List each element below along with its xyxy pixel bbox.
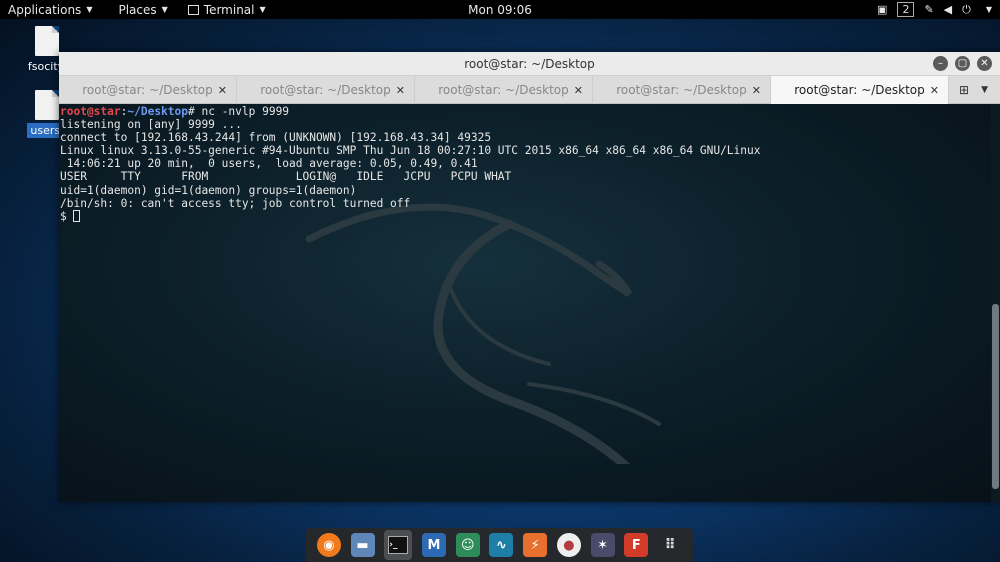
shell-prompt: $	[60, 209, 74, 223]
power-icon[interactable]: ⏻	[962, 3, 971, 17]
caret-down-icon: ▼	[161, 5, 168, 14]
applications-menu[interactable]: Applications ▼	[0, 0, 100, 19]
burpsuite-icon[interactable]: ⚡	[523, 533, 548, 557]
beef-icon[interactable]: ●	[556, 533, 581, 557]
tab-label: root@star: ~/Desktop	[82, 83, 213, 97]
output-line: USER TTY FROM LOGIN@ IDLE JCPU PCPU WHAT	[60, 170, 512, 184]
tab-label: root@star: ~/Desktop	[794, 83, 925, 97]
caret-down-icon[interactable]: ▼	[986, 5, 992, 14]
terminal-tab[interactable]: root@star: ~/Desktop ✕	[237, 76, 415, 104]
terminal-app-label: Terminal	[203, 2, 255, 17]
network-icon[interactable]: ✎	[924, 3, 933, 16]
tab-close-icon[interactable]: ✕	[752, 84, 761, 97]
maltego-icon[interactable]: ∿	[489, 533, 514, 557]
firefox-icon[interactable]: ◉	[316, 533, 341, 557]
faraday-icon[interactable]: ✶	[590, 533, 615, 557]
tab-close-icon[interactable]: ✕	[396, 84, 405, 97]
prompt-end: #	[188, 105, 195, 118]
flash-icon[interactable]: F	[624, 533, 649, 557]
tab-close-icon[interactable]: ✕	[930, 84, 939, 97]
text-cursor	[73, 209, 81, 222]
show-apps-icon[interactable]: ⠿	[658, 533, 682, 557]
new-tab-icon[interactable]: ⊞	[959, 83, 969, 97]
document-icon	[35, 90, 59, 120]
terminal-window: root@star: ~/Desktop – ▢ ✕ root@star: ~/…	[59, 52, 1000, 502]
system-tray: ▣ 2 ✎ ◀ ⏻ ▼	[877, 0, 992, 19]
dock: ◉ ▬ ›_ M ☺ ∿ ⚡ ● ✶ F ⠿	[306, 528, 693, 562]
tab-label: root@star: ~/Desktop	[438, 83, 569, 97]
tab-close-icon[interactable]: ✕	[218, 84, 227, 97]
prompt-user: root@star	[60, 105, 121, 118]
scrollbar[interactable]	[991, 104, 1000, 502]
minimize-button[interactable]: –	[933, 56, 948, 71]
maximize-button[interactable]: ▢	[955, 56, 970, 71]
output-line: uid=1(daemon) gid=1(daemon) groups=1(dae…	[60, 183, 357, 197]
terminal-app-menu[interactable]: Terminal ▼	[180, 0, 274, 19]
top-bar: Applications ▼ Places ▼ Terminal ▼ Mon 0…	[0, 0, 1000, 19]
tab-label: root@star: ~/Desktop	[260, 83, 391, 97]
prompt-path: ~/Desktop	[127, 105, 188, 118]
applications-label: Applications	[8, 2, 82, 17]
terminal-output[interactable]: root@star:~/Desktop# nc -nvlp 9999 liste…	[59, 104, 1000, 502]
metasploit-icon[interactable]: M	[422, 533, 447, 557]
window-titlebar[interactable]: root@star: ~/Desktop – ▢ ✕	[59, 52, 1000, 76]
tab-bar: root@star: ~/Desktop ✕ root@star: ~/Desk…	[59, 76, 1000, 104]
tab-label: root@star: ~/Desktop	[616, 83, 747, 97]
terminal-icon[interactable]: ›_	[384, 530, 413, 560]
terminal-text: root@star:~/Desktop# nc -nvlp 9999 liste…	[60, 105, 980, 223]
command-line: nc -nvlp 9999	[194, 105, 290, 118]
caret-down-icon: ▼	[86, 5, 93, 14]
output-line: Linux linux 3.13.0-55-generic #94-Ubuntu…	[60, 144, 761, 158]
output-line: listening on [any] 9999 ...	[60, 118, 242, 132]
caret-down-icon: ▼	[259, 5, 266, 14]
output-line: connect to [192.168.43.244] from (UNKNOW…	[60, 131, 492, 145]
terminal-tab[interactable]: root@star: ~/Desktop ✕	[593, 76, 771, 104]
terminal-tab[interactable]: root@star: ~/Desktop ✕	[415, 76, 593, 104]
places-label: Places	[118, 2, 157, 17]
window-title: root@star: ~/Desktop	[464, 56, 595, 71]
workspace-indicator[interactable]: 2	[897, 2, 915, 17]
camera-icon[interactable]: ▣	[877, 3, 887, 16]
scrollbar-thumb[interactable]	[992, 304, 999, 489]
terminal-tab-active[interactable]: root@star: ~/Desktop ✕	[771, 76, 949, 104]
files-icon[interactable]: ▬	[350, 533, 375, 557]
output-line: 14:06:21 up 20 min, 0 users, load averag…	[60, 157, 478, 171]
volume-icon[interactable]: ◀	[944, 3, 952, 16]
terminal-small-icon	[187, 4, 199, 15]
terminal-tab[interactable]: root@star: ~/Desktop ✕	[59, 76, 237, 104]
tab-close-icon[interactable]: ✕	[574, 84, 583, 97]
document-icon	[35, 26, 59, 56]
armitage-icon[interactable]: ☺	[455, 533, 480, 557]
tab-menu-icon[interactable]: ▼	[981, 85, 988, 95]
close-button[interactable]: ✕	[977, 56, 992, 71]
places-menu[interactable]: Places ▼	[110, 0, 175, 19]
output-line: /bin/sh: 0: can't access tty; job contro…	[60, 196, 411, 210]
